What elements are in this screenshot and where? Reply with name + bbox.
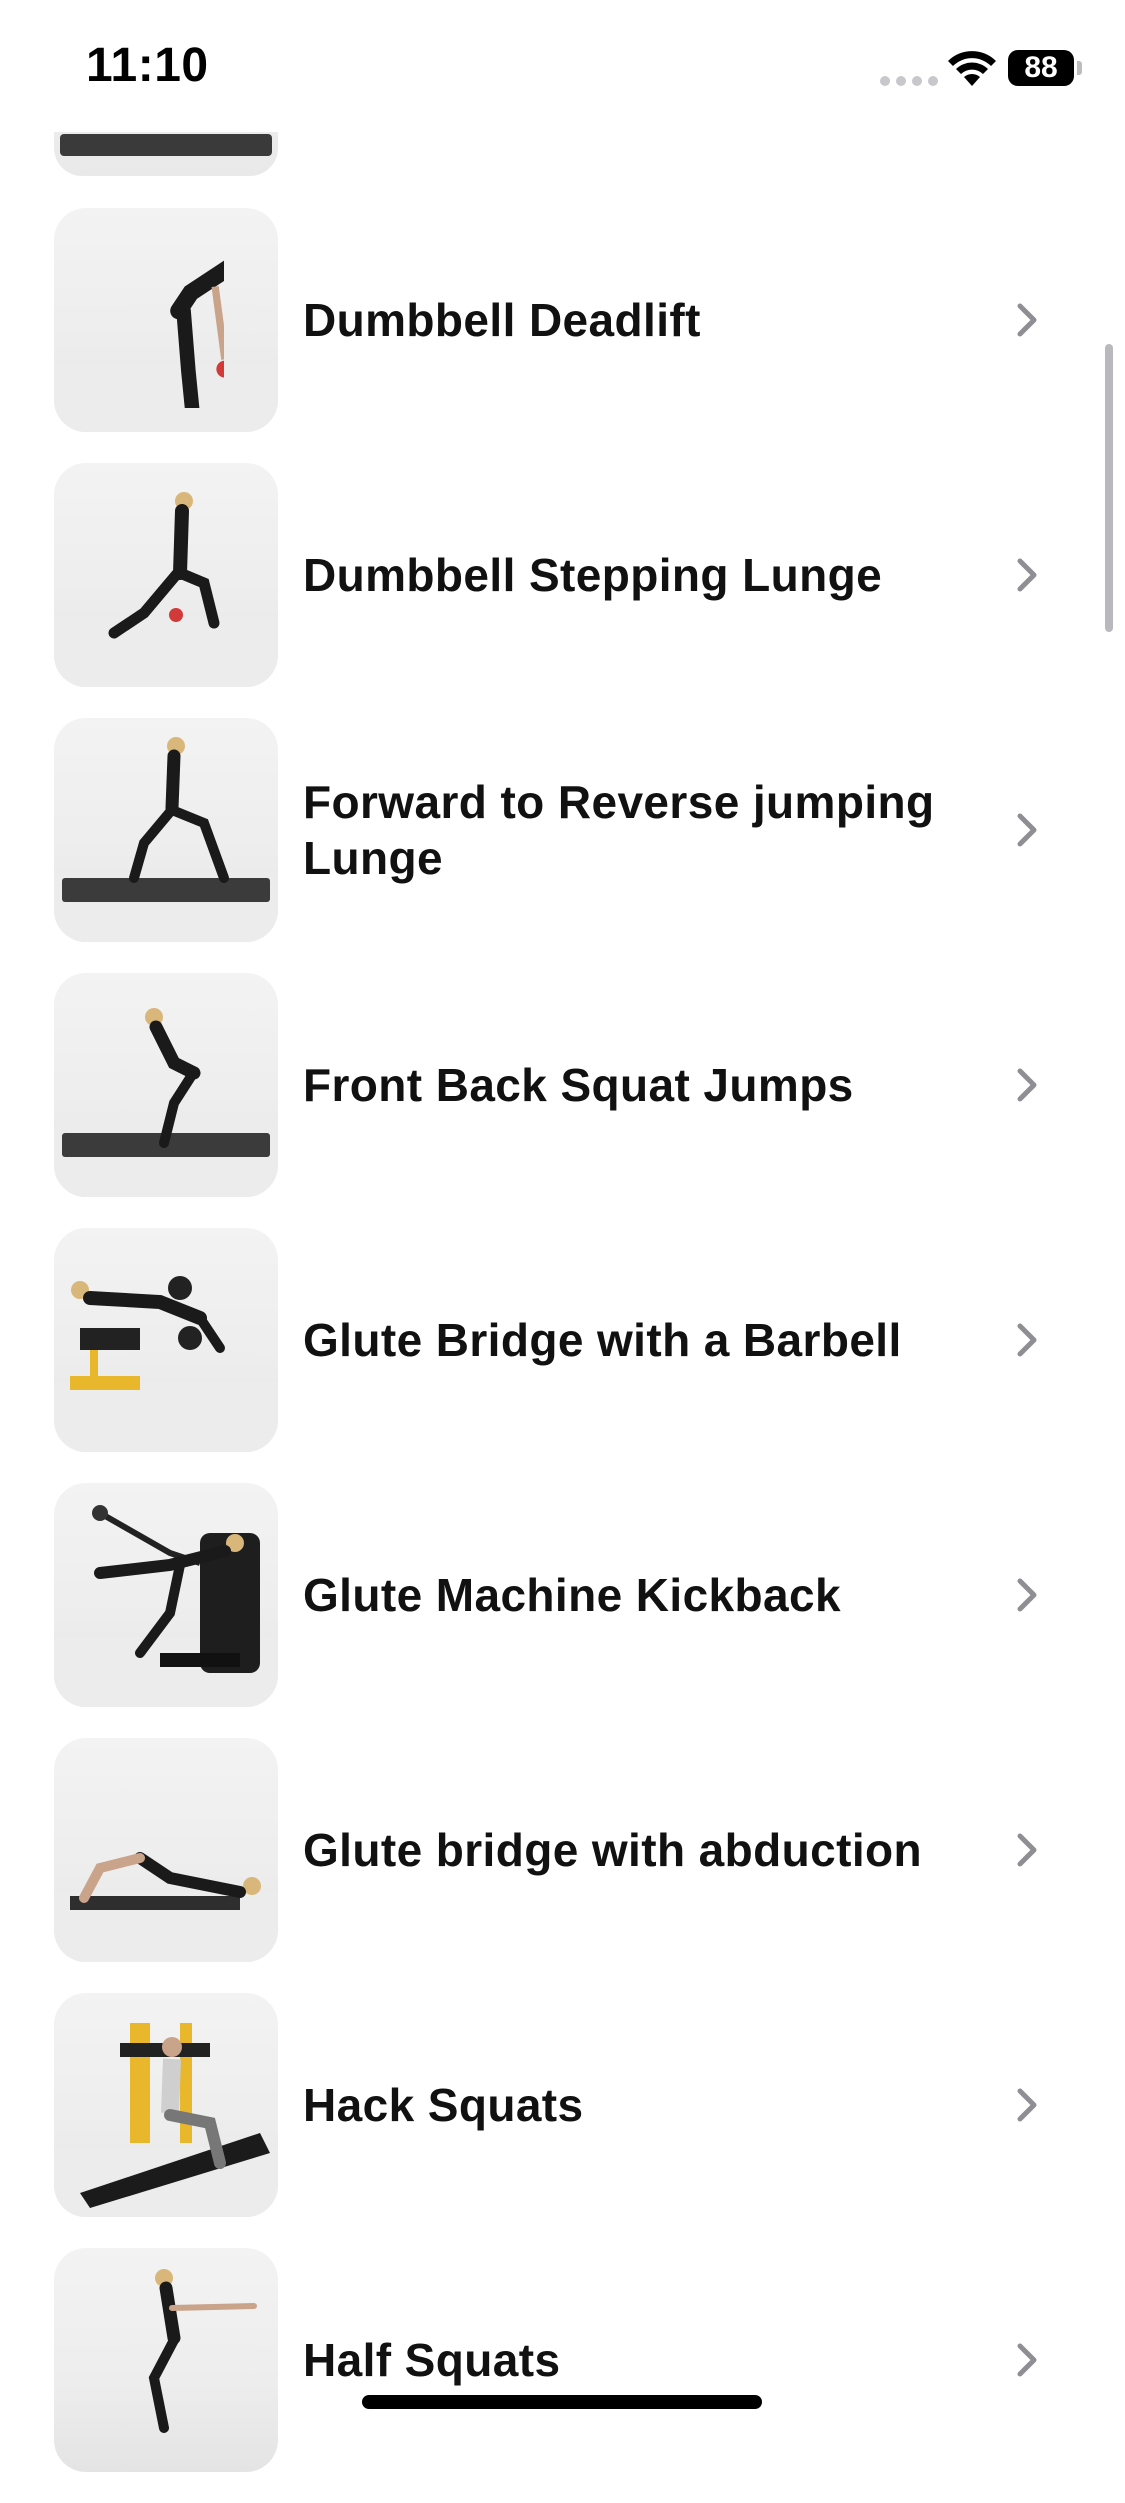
list-item[interactable]: Front Back Squat Jumps: [0, 973, 1125, 1228]
chevron-right-icon: [1017, 1068, 1037, 1102]
chevron-right-icon: [1017, 558, 1037, 592]
exercise-name: Hack Squats: [303, 2079, 584, 2131]
exercise-thumbnail: [54, 718, 278, 942]
exercise-thumbnail: [54, 208, 278, 432]
list-item[interactable]: Forward to Reverse jumping Lunge: [0, 718, 1125, 973]
list-item[interactable]: Glute Machine Kickback: [0, 1483, 1125, 1738]
list-item[interactable]: Glute Bridge with a Barbell: [0, 1228, 1125, 1483]
list-item[interactable]: Glute bridge with abduction: [0, 1738, 1125, 1993]
exercise-thumbnail: [54, 2248, 278, 2472]
scroll-indicator[interactable]: [1105, 344, 1113, 632]
list-item[interactable]: Dumbbell Deadlift: [0, 208, 1125, 463]
exercise-thumbnail: [54, 973, 278, 1197]
status-time: 11:10: [86, 39, 209, 92]
exercise-thumbnail: [54, 1993, 278, 2217]
exercise-name: Dumbbell Stepping Lunge: [303, 549, 883, 601]
exercise-name: Front Back Squat Jumps: [303, 1059, 854, 1111]
chevron-right-icon: [1017, 2343, 1037, 2377]
battery-level: 88: [1024, 51, 1058, 84]
exercise-name: Glute Bridge with a Barbell: [303, 1314, 902, 1366]
battery-tip: [1077, 61, 1082, 75]
list-item[interactable]: Dumbbell Stepping Lunge: [0, 463, 1125, 718]
chevron-right-icon: [1017, 303, 1037, 337]
exercise-name: Glute Machine Kickback: [303, 1569, 841, 1621]
chevron-right-icon: [1017, 1833, 1037, 1867]
exercise-list[interactable]: Dumbbell Deadlift Dumbbell Stepping Lung…: [0, 0, 1125, 2472]
chevron-right-icon: [1017, 1578, 1037, 1612]
exercise-thumbnail: [54, 1483, 278, 1707]
exercise-thumbnail: [54, 1228, 278, 1452]
list-item[interactable]: Half Squats: [0, 2248, 1125, 2503]
status-bar: 11:10 88: [0, 0, 1125, 132]
chevron-right-icon: [1017, 1323, 1037, 1357]
exercise-thumbnail: [54, 1738, 278, 1962]
exercise-name: Dumbbell Deadlift: [303, 294, 701, 346]
exercise-thumbnail: [54, 463, 278, 687]
home-indicator[interactable]: [362, 2395, 762, 2409]
cellular-signal-icon: [880, 76, 938, 86]
battery-icon: 88: [1008, 50, 1074, 86]
chevron-right-icon: [1017, 2088, 1037, 2122]
list-item[interactable]: Hack Squats: [0, 1993, 1125, 2248]
exercise-name: Glute bridge with abduction: [303, 1824, 922, 1876]
wifi-icon: [948, 51, 996, 86]
exercise-name: Forward to Reverse jumping Lunge: [303, 776, 935, 884]
chevron-right-icon: [1017, 813, 1037, 847]
exercise-name: Half Squats: [303, 2334, 561, 2386]
